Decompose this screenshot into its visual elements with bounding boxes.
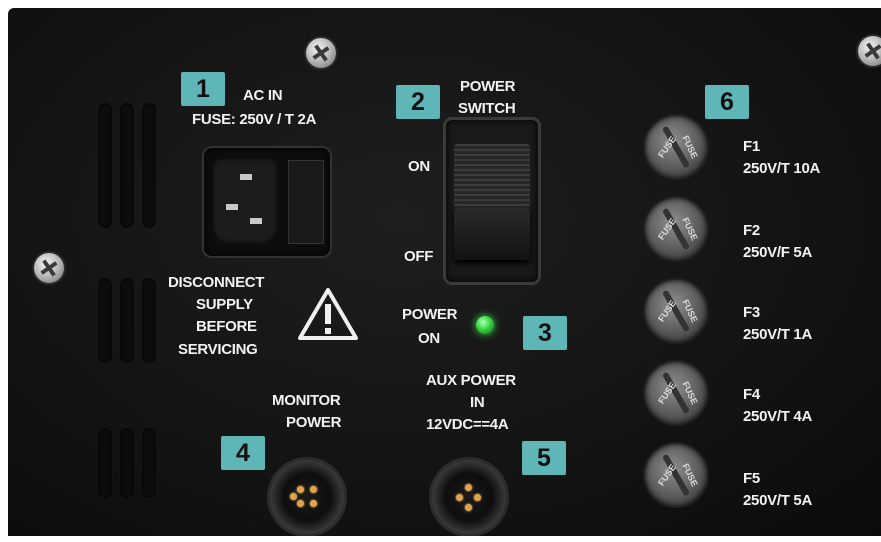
connector-pin xyxy=(474,494,481,501)
badge-2: 2 xyxy=(396,85,440,119)
fuse-f4-name: F4 xyxy=(743,386,760,403)
connector-pin xyxy=(297,486,304,493)
connector-pin xyxy=(465,484,472,491)
iec-socket[interactable] xyxy=(212,158,278,244)
switch-off-label: OFF xyxy=(404,248,434,265)
power-on-label-1: POWER xyxy=(402,306,458,323)
connector-pin xyxy=(456,494,463,501)
vent-slot xyxy=(120,103,134,228)
fuse-rating-label: FUSE: 250V / T 2A xyxy=(192,111,317,128)
screw-icon xyxy=(34,253,64,283)
socket-pin xyxy=(226,204,238,210)
switch-on-label: ON xyxy=(408,158,430,175)
fuse-holder-f2[interactable]: FUSE FUSE xyxy=(645,198,707,260)
screw-icon xyxy=(858,36,881,66)
connector-pin xyxy=(297,500,304,507)
warning-triangle-icon xyxy=(298,288,358,340)
fuse-f1-rating: 250V/T 10A xyxy=(743,160,821,177)
ac-in-label: AC IN xyxy=(243,87,283,104)
vent-slot xyxy=(120,278,134,363)
vent-slot xyxy=(98,278,112,363)
warning-line-3: BEFORE xyxy=(196,318,257,335)
fuse-holder-f4[interactable]: FUSE FUSE xyxy=(645,362,707,424)
vent-slot xyxy=(120,428,134,498)
fuse-holder-f1[interactable]: FUSE FUSE xyxy=(645,116,707,178)
aux-power-connector[interactable] xyxy=(432,460,506,534)
monitor-power-label-1: MONITOR xyxy=(272,392,341,409)
warning-line-2: SUPPLY xyxy=(196,296,253,313)
badge-6: 6 xyxy=(705,85,749,119)
aux-power-label-1: AUX POWER xyxy=(426,372,516,389)
badge-3: 3 xyxy=(523,316,567,350)
badge-4: 4 xyxy=(221,436,265,470)
socket-pin xyxy=(250,218,262,224)
monitor-power-label-2: POWER xyxy=(286,414,342,431)
vent-slot xyxy=(142,428,156,498)
connector-pin xyxy=(290,493,297,500)
fuse-holder-f5[interactable]: FUSE FUSE xyxy=(645,444,707,506)
fuse-f4-rating: 250V/T 4A xyxy=(743,408,813,425)
power-switch-label-1: POWER xyxy=(460,78,516,95)
badge-5: 5 xyxy=(522,441,566,475)
fuse-f3-rating: 250V/T 1A xyxy=(743,326,813,343)
fuse-f2-name: F2 xyxy=(743,222,760,239)
warning-line-1: DISCONNECT xyxy=(168,274,265,291)
power-switch[interactable] xyxy=(446,120,538,282)
fuse-f3-name: F3 xyxy=(743,304,760,321)
power-switch-label-2: SWITCH xyxy=(458,100,516,117)
aux-power-label-2: IN xyxy=(470,394,485,411)
aux-power-label-3: 12VDC==4A xyxy=(426,416,509,433)
badge-1: 1 xyxy=(181,72,225,106)
rocker-lower xyxy=(454,208,530,260)
fuse-f5-rating: 250V/T 5A xyxy=(743,492,813,509)
warning-line-4: SERVICING xyxy=(178,341,258,358)
fuse-holder-f3[interactable]: FUSE FUSE xyxy=(645,280,707,342)
connector-pin xyxy=(310,486,317,493)
connector-pin xyxy=(310,500,317,507)
socket-pin xyxy=(240,174,252,180)
power-on-label-2: ON xyxy=(418,330,440,347)
fuse-f2-rating: 250V/F 5A xyxy=(743,244,813,261)
monitor-power-connector[interactable] xyxy=(270,460,344,534)
rocker-upper xyxy=(454,144,530,208)
vent-slot xyxy=(98,428,112,498)
vent-slot xyxy=(98,103,112,228)
screw-icon xyxy=(306,38,336,68)
power-led xyxy=(476,316,494,334)
fuse-f1-name: F1 xyxy=(743,138,760,155)
fuse-f5-name: F5 xyxy=(743,470,760,487)
ac-inlet[interactable] xyxy=(204,148,330,256)
rear-panel: 1 AC IN FUSE: 250V / T 2A DISCONNECT SUP… xyxy=(8,8,881,536)
connector-pin xyxy=(465,504,472,511)
vent-slot xyxy=(142,278,156,363)
fuse-drawer[interactable] xyxy=(288,160,324,244)
vent-slot xyxy=(142,103,156,228)
